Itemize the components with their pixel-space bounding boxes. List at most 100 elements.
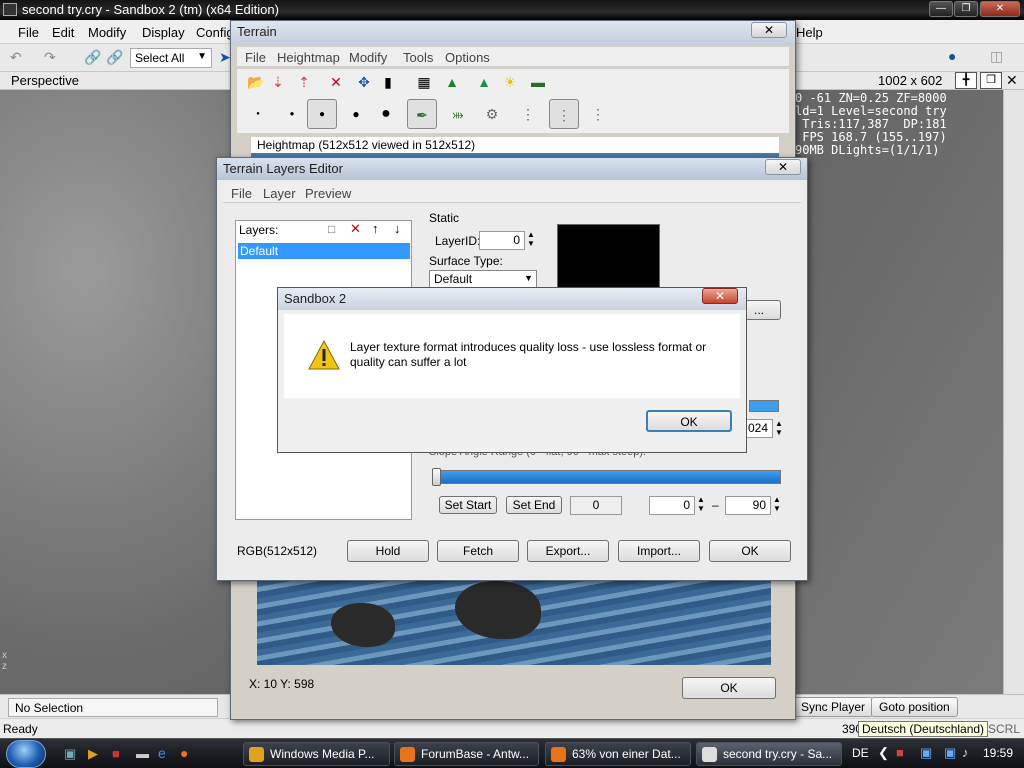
surface-type-dropdown[interactable]: Default ▼ — [429, 270, 537, 288]
brush-xlarge-icon[interactable]: ● — [375, 103, 397, 125]
terrain-menu-file[interactable]: File — [245, 50, 266, 65]
select-cursor-icon[interactable]: ➤ — [219, 49, 231, 66]
tray-expand-icon[interactable]: ❮ — [878, 745, 889, 761]
brush-large-icon[interactable]: ● — [345, 103, 367, 125]
task-download[interactable]: 63% von einer Dat... — [545, 742, 691, 766]
firefox-icon[interactable]: ● — [180, 745, 188, 761]
clock[interactable]: 19:59 — [983, 746, 1013, 760]
volume-icon[interactable]: ♪ — [962, 745, 969, 760]
layer-item-default[interactable]: Default — [238, 243, 410, 259]
slope-slider-handle[interactable] — [432, 468, 441, 486]
export-button[interactable]: Export... — [527, 540, 609, 562]
smooth-icon[interactable]: ⚙ — [481, 103, 503, 125]
mountains-icon[interactable]: ▲ — [441, 71, 463, 93]
viewport-label[interactable]: Perspective — [11, 73, 79, 88]
slope-max-spinner-icon[interactable]: ▲ ▼ — [773, 495, 781, 513]
task-windows-media-player[interactable]: Windows Media P... — [243, 742, 390, 766]
media-icon[interactable]: ▶ — [88, 746, 98, 762]
terrain-menu-tools[interactable]: Tools — [403, 50, 433, 65]
viewport-scrollbar[interactable] — [1003, 90, 1024, 694]
tray-network-icon[interactable]: ▣ — [920, 745, 932, 761]
noise-icon[interactable]: ▦ — [413, 71, 435, 93]
terrain-ok-button[interactable]: OK — [682, 677, 776, 699]
contrast-icon[interactable]: ▮ — [377, 71, 399, 93]
terrain-menu-heightmap[interactable]: Heightmap — [277, 50, 340, 65]
tray-monitor-icon[interactable]: ▣ — [944, 745, 956, 761]
show-desktop-icon[interactable]: ▣ — [64, 746, 76, 762]
terrain-menu-options[interactable]: Options — [445, 50, 490, 65]
move-up-icon[interactable]: ↑ — [372, 221, 379, 236]
heightmap-canvas[interactable] — [257, 581, 771, 665]
link-icon[interactable]: 🔗 — [84, 49, 101, 66]
brush-small-icon[interactable]: ● — [281, 103, 303, 125]
slope-min-field[interactable]: 0 — [649, 496, 695, 515]
layers-menu-file[interactable]: File — [231, 186, 252, 201]
set-start-button[interactable]: Set Start — [439, 496, 497, 514]
menu-help[interactable]: Help — [796, 25, 823, 40]
import-button[interactable]: Import... — [618, 540, 700, 562]
start-button[interactable] — [6, 740, 46, 768]
lightbulb-icon[interactable]: ☀ — [499, 71, 521, 93]
grid-dense-icon[interactable]: ⋮ — [587, 103, 609, 125]
selection-field[interactable]: No Selection — [8, 698, 218, 717]
goto-position-button[interactable]: Goto position — [871, 697, 958, 717]
layers-ok-button[interactable]: OK — [709, 540, 791, 562]
grid-medium-icon[interactable]: ⋮ — [549, 99, 579, 129]
drive-icon[interactable]: ▬ — [136, 746, 149, 761]
tray-app-icon[interactable]: ■ — [896, 745, 904, 760]
app-launcher-icon[interactable]: ■ — [112, 746, 120, 761]
slope-range-slider[interactable] — [432, 468, 781, 486]
align-icon[interactable]: ◫ — [990, 48, 1003, 65]
fetch-button[interactable]: Fetch — [437, 540, 519, 562]
terrain-menu-modify[interactable]: Modify — [349, 50, 387, 65]
layers-close-icon[interactable]: ✕ — [765, 159, 801, 175]
terrain-close-icon[interactable]: ✕ — [751, 22, 787, 38]
unlink-icon[interactable]: 🔗 — [106, 49, 123, 66]
globe-icon[interactable]: ● — [948, 48, 956, 64]
paint-brush-icon[interactable]: ✒ — [407, 99, 437, 129]
undo-icon[interactable]: ↶ — [10, 49, 22, 66]
redo-icon[interactable]: ↷ — [44, 49, 56, 66]
brush-medium-icon[interactable]: ● — [307, 99, 337, 129]
maximize-viewport-icon[interactable]: ╋ — [955, 72, 977, 89]
grid-sparse-icon[interactable]: ⋮ — [517, 103, 539, 125]
close-viewport-icon[interactable]: ✕ — [1006, 72, 1018, 89]
task-sandbox[interactable]: second try.cry - Sa... — [696, 742, 842, 766]
hold-button[interactable]: Hold — [347, 540, 429, 562]
layers-menu-layer[interactable]: Layer — [263, 186, 296, 201]
internet-explorer-icon[interactable]: e — [158, 745, 166, 761]
menu-edit[interactable]: Edit — [52, 25, 74, 40]
layers-menu-preview[interactable]: Preview — [305, 186, 351, 201]
warning-close-icon[interactable]: ✕ — [702, 288, 738, 304]
restore-viewport-icon[interactable]: ❐ — [980, 72, 1002, 89]
move-down-icon[interactable]: ↓ — [394, 221, 401, 236]
new-layer-icon[interactable]: □ — [328, 222, 335, 236]
open-icon[interactable]: 📂 — [245, 71, 267, 93]
task-forumbase[interactable]: ForumBase - Antw... — [394, 742, 539, 766]
menu-display[interactable]: Display — [142, 25, 185, 40]
delete-layer-icon[interactable]: ✕ — [350, 221, 361, 237]
set-end-button[interactable]: Set End — [506, 496, 562, 514]
hill-icon[interactable]: ▲ — [473, 71, 495, 93]
raise-lower-icon[interactable]: ⤕ — [447, 103, 469, 125]
flatten-icon[interactable]: ▬ — [527, 71, 549, 93]
export-icon[interactable]: ⇡ — [293, 71, 315, 93]
brush-tiny-icon[interactable]: ● — [247, 103, 269, 125]
altitude-spinner-icon[interactable]: ▲ ▼ — [775, 419, 783, 437]
selection-mode-dropdown[interactable]: Select All ▼ — [130, 48, 212, 68]
minimize-button[interactable]: — — [929, 1, 953, 17]
language-indicator[interactable]: DE — [852, 746, 869, 760]
slope-min-spinner-icon[interactable]: ▲ ▼ — [697, 495, 705, 513]
sync-player-button[interactable]: Sync Player — [793, 697, 874, 717]
layer-id-field[interactable]: 0 — [479, 231, 525, 250]
close-button[interactable]: ✕ — [980, 1, 1020, 17]
menu-config[interactable]: Config — [196, 25, 234, 40]
layer-id-spinner-icon[interactable]: ▲ ▼ — [527, 230, 535, 248]
menu-modify[interactable]: Modify — [88, 25, 126, 40]
import-icon[interactable]: ⇣ — [267, 71, 289, 93]
delete-icon[interactable]: ✕ — [325, 71, 347, 93]
menu-file[interactable]: File — [18, 25, 39, 40]
maximize-button[interactable]: ❐ — [954, 1, 978, 17]
slope-max-field[interactable]: 90 — [725, 496, 771, 515]
move-icon[interactable]: ✥ — [353, 71, 375, 93]
